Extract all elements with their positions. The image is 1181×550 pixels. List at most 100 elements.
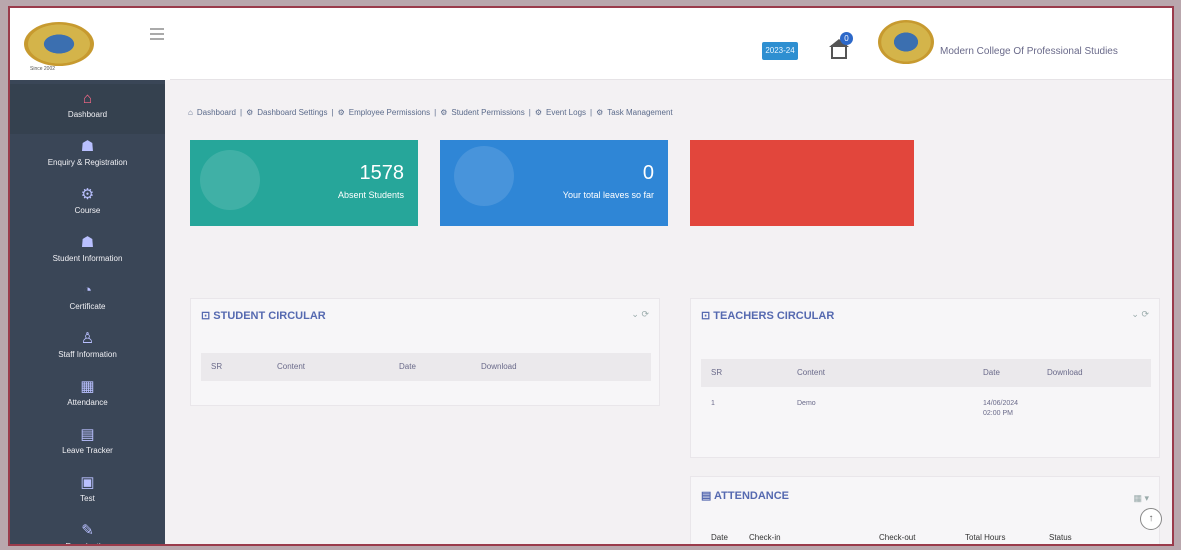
sidebar: ⌂ Dashboard ☗ Enquiry & Registration ⚙ Course… (10, 80, 165, 544)
college-logo[interactable] (878, 20, 934, 64)
settings-icon: ⚙ (80, 186, 95, 203)
notification-button[interactable]: 0 (828, 32, 853, 62)
student-circular-title: ⊡ STUDENT CIRCULAR (201, 309, 326, 322)
card-label: Your total leaves so far (562, 190, 654, 200)
logo[interactable] (24, 22, 94, 66)
column-header: SR (211, 362, 223, 371)
panel-tools[interactable]: ⌄ ⟳ (1131, 309, 1149, 320)
column-header: Check-out (879, 533, 916, 542)
column-header: Content (797, 368, 826, 377)
total-leaves-card[interactable]: 0 Your total leaves so far (440, 140, 668, 226)
card-label: Absent Students (337, 190, 404, 200)
academic-year-badge[interactable]: 2023-24 (762, 42, 798, 60)
row-content: Demo (797, 400, 816, 407)
attendance-panel: ▤ ATTENDANCE ▦ ▾ Date Check-in Check-out… (690, 476, 1160, 544)
panel-title-text: ATTENDANCE (714, 490, 790, 502)
staff-icon: ♙ (80, 330, 95, 347)
column-header: Download (1047, 368, 1083, 377)
top-bar: Since 2002 2023-24 0 Modern College Of P… (10, 8, 1172, 80)
college-name[interactable]: Modern College Of Professional Studies (940, 46, 1118, 57)
breadcrumb-separator: | (528, 108, 531, 117)
sidebar-item-label: Course (74, 206, 101, 215)
teachers-circular-title: ⊡ TEACHERS CIRCULAR (701, 309, 834, 322)
column-header: Total Hours (965, 533, 1006, 542)
card-value: 0 (642, 162, 654, 184)
breadcrumb-item[interactable]: Event Logs (546, 108, 586, 117)
breadcrumb-separator: | (239, 108, 243, 117)
breadcrumb-separator: | (590, 108, 593, 117)
logo-subtext: Since 2002 (30, 66, 56, 72)
breadcrumb-item[interactable]: Student Permissions (451, 108, 524, 117)
notification-count: 0 (840, 32, 853, 45)
gear-icon: ⚙ (246, 108, 254, 117)
panel-title-text: STUDENT CIRCULAR (213, 310, 326, 322)
column-header: Content (277, 362, 306, 371)
breadcrumb-separator: | (331, 108, 334, 117)
row-date: 14/06/2024 (983, 400, 1019, 407)
sidebar-item-label: Student Information (52, 254, 123, 263)
sidebar-item-examination[interactable]: ✎ Examination (10, 516, 165, 544)
sidebar-item-label: Enquiry & Registration (47, 158, 128, 167)
card-value: 1578 (359, 162, 405, 184)
sidebar-item-dashboard[interactable]: ⌂ Dashboard (10, 84, 165, 134)
absent-students-card[interactable]: 1578 Absent Students (190, 140, 418, 226)
notification-icon-body (831, 45, 847, 59)
sidebar-item-student-information[interactable]: ☗ Student Information (10, 228, 165, 278)
column-header: SR (711, 368, 723, 377)
sidebar-item-certificate[interactable]: ◔ Certificate (10, 276, 165, 326)
row-sr: 1 (711, 400, 715, 407)
sidebar-item-staff-information[interactable]: ♙ Staff Information (10, 324, 165, 374)
gear-icon: ⚙ (337, 108, 345, 117)
brand-area: Since 2002 (10, 8, 170, 80)
breadcrumb-item[interactable]: Dashboard Settings (257, 108, 327, 117)
teachers-circular-panel: ⊡ TEACHERS CIRCULAR ⌄ ⟳ SR Content Date … (690, 298, 1160, 458)
gear-icon: ⚙ (534, 108, 542, 117)
sidebar-item-leave-tracker[interactable]: ▤ Leave Tracker (10, 420, 165, 470)
breadcrumb-item[interactable]: Dashboard (197, 108, 236, 117)
sidebar-item-label: Dashboard (67, 110, 108, 119)
sidebar-item-label: Attendance (67, 398, 108, 407)
home-icon: ⌂ (82, 90, 93, 107)
breadcrumb-item[interactable]: Task Management (607, 108, 672, 117)
sidebar-item-label: Test (80, 494, 95, 503)
sidebar-item-test[interactable]: ▣ Test (10, 468, 165, 518)
scroll-to-top-button[interactable]: ↑ (1140, 508, 1162, 530)
column-header: Date (711, 533, 728, 542)
card-decoration (454, 146, 514, 206)
card-decoration (200, 150, 260, 210)
circular-icon: ⊡ (201, 310, 214, 322)
column-header: Status (1049, 533, 1072, 542)
leave-icon: ▤ (80, 426, 95, 443)
breadcrumb-separator: | (434, 108, 437, 117)
student-circular-panel: ⊡ STUDENT CIRCULAR ⌄ ⟳ SR Content Date D… (190, 298, 660, 406)
sidebar-item-course[interactable]: ⚙ Course (10, 180, 165, 230)
student-icon: ☗ (80, 234, 95, 251)
panel-tools[interactable]: ⌄ ⟳ (631, 309, 649, 320)
test-icon: ▣ (80, 474, 95, 491)
sidebar-item-attendance[interactable]: ▦ Attendance (10, 372, 165, 422)
sidebar-item-label: Staff Information (58, 350, 117, 359)
app-window: Since 2002 2023-24 0 Modern College Of P… (8, 6, 1174, 546)
teachers-circular-header: SR Content Date Download (701, 359, 1151, 387)
row-time: 02:00 PM (983, 410, 1013, 417)
panel-title-text: TEACHERS CIRCULAR (713, 310, 835, 322)
sidebar-item-label: Leave Tracker (62, 446, 113, 455)
calendar-icon: ▤ (701, 490, 715, 502)
attendance-title: ▤ ATTENDANCE (701, 489, 789, 502)
column-header: Date (983, 368, 1000, 377)
table-row[interactable]: 1 Demo 14/06/2024 02:00 PM (701, 391, 1151, 421)
calendar-icon: ▦ (80, 378, 95, 395)
exam-icon: ✎ (81, 522, 94, 539)
breadcrumb-item[interactable]: Employee Permissions (349, 108, 430, 117)
gear-icon: ⚙ (596, 108, 604, 117)
sidebar-item-label: Examination (10, 542, 165, 544)
menu-toggle-icon[interactable] (150, 28, 164, 40)
sidebar-item-enquiry-registration[interactable]: ☗ Enquiry & Registration (10, 132, 165, 182)
student-circular-header: SR Content Date Download (201, 353, 651, 381)
column-header: Date (399, 362, 416, 371)
users-icon: ☗ (80, 138, 95, 155)
attendance-calendar-dropdown[interactable]: ▦ ▾ (1133, 493, 1149, 504)
home-icon: ⌂ (188, 108, 193, 117)
red-card[interactable] (690, 140, 914, 226)
certificate-icon: ◔ (82, 282, 93, 299)
